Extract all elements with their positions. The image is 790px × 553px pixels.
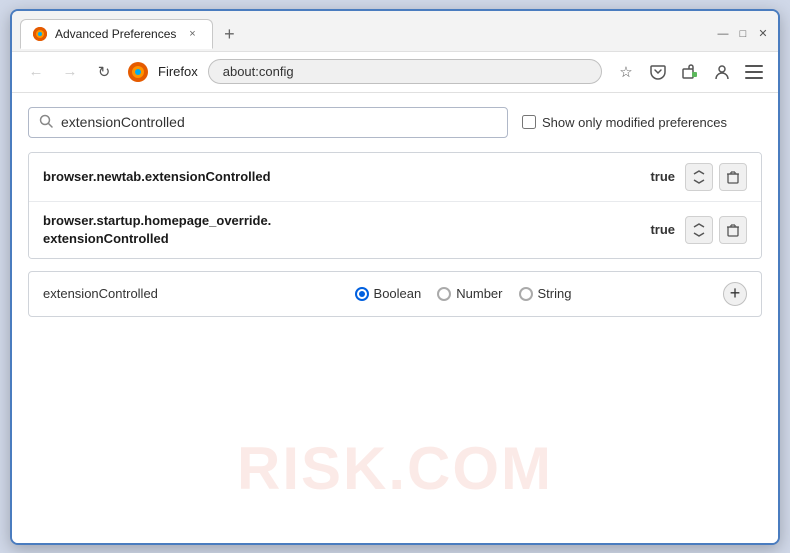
new-pref-name-label: extensionControlled <box>43 286 203 301</box>
profile-svg-icon <box>714 64 730 80</box>
type-radio-group: Boolean Number String <box>213 286 713 301</box>
close-button[interactable]: ✕ <box>756 27 770 41</box>
new-tab-button[interactable]: + <box>215 21 243 49</box>
forward-button[interactable]: → <box>56 58 84 86</box>
new-preference-row: extensionControlled Boolean Number Strin… <box>28 271 762 317</box>
table-row[interactable]: browser.startup.homepage_override. exten… <box>29 202 761 258</box>
address-bar[interactable]: about:config <box>208 59 602 84</box>
toggle-icon <box>691 169 707 185</box>
tab-favicon <box>33 27 47 41</box>
table-row[interactable]: browser.newtab.extensionControlled true <box>29 153 761 202</box>
pref-actions-2 <box>685 216 747 244</box>
string-radio-option[interactable]: String <box>519 286 572 301</box>
pref-value-2: true <box>650 222 675 237</box>
number-radio-circle <box>437 287 451 301</box>
show-modified-label: Show only modified preferences <box>542 115 727 130</box>
hamburger-line-1 <box>745 65 763 67</box>
window-controls: — □ ✕ <box>716 27 770 41</box>
browser-name-label: Firefox <box>158 64 198 79</box>
hamburger-line-2 <box>745 71 763 73</box>
delete-icon <box>726 170 740 184</box>
pref-value-1: true <box>650 169 675 184</box>
pref-name-1: browser.newtab.extensionControlled <box>43 169 638 184</box>
preferences-table: browser.newtab.extensionControlled true <box>28 152 762 259</box>
number-radio-label: Number <box>456 286 502 301</box>
address-text: about:config <box>223 64 294 79</box>
pref-name-2-line1: browser.startup.homepage_override. <box>43 212 638 230</box>
nav-icons: ☆ <box>612 58 768 86</box>
number-radio-option[interactable]: Number <box>437 286 502 301</box>
content-area: RISK.COM Show only modified preferences <box>12 93 778 543</box>
menu-button[interactable] <box>740 58 768 86</box>
hamburger-line-3 <box>745 77 763 79</box>
minimize-button[interactable]: — <box>716 27 730 41</box>
search-icon <box>39 114 53 131</box>
search-row: Show only modified preferences <box>28 107 762 138</box>
tab-strip: Advanced Preferences × + <box>20 19 704 49</box>
watermark: RISK.COM <box>237 434 553 503</box>
bookmark-icon[interactable]: ☆ <box>612 58 640 86</box>
string-radio-circle <box>519 287 533 301</box>
toggle-button-1[interactable] <box>685 163 713 191</box>
tab-title: Advanced Preferences <box>55 27 176 41</box>
toggle-icon <box>691 222 707 238</box>
toggle-button-2[interactable] <box>685 216 713 244</box>
delete-button-1[interactable] <box>719 163 747 191</box>
back-button[interactable]: ← <box>22 58 50 86</box>
maximize-button[interactable]: □ <box>736 27 750 41</box>
pocket-svg-icon <box>650 64 666 80</box>
show-modified-row: Show only modified preferences <box>522 115 727 130</box>
pref-name-2: browser.startup.homepage_override. exten… <box>43 212 638 248</box>
string-radio-label: String <box>538 286 572 301</box>
refresh-button[interactable]: ↻ <box>90 58 118 86</box>
search-input[interactable] <box>61 114 497 130</box>
preference-search-box[interactable] <box>28 107 508 138</box>
nav-bar: ← → ↻ Firefox about:config ☆ <box>12 51 778 93</box>
show-modified-checkbox[interactable] <box>522 115 536 129</box>
active-tab[interactable]: Advanced Preferences × <box>20 19 213 49</box>
boolean-radio-option[interactable]: Boolean <box>355 286 422 301</box>
profile-icon[interactable] <box>708 58 736 86</box>
firefox-logo-icon <box>128 62 148 82</box>
tab-close-button[interactable]: × <box>184 26 200 42</box>
pocket-icon[interactable] <box>644 58 672 86</box>
delete-button-2[interactable] <box>719 216 747 244</box>
pref-name-2-line2: extensionControlled <box>43 230 638 248</box>
boolean-radio-label: Boolean <box>374 286 422 301</box>
extension-icon[interactable] <box>676 58 704 86</box>
delete-icon <box>726 223 740 237</box>
title-bar: Advanced Preferences × + — □ ✕ <box>12 11 778 51</box>
add-preference-button[interactable]: + <box>723 282 747 306</box>
ext-svg-icon <box>682 64 698 80</box>
boolean-radio-circle <box>355 287 369 301</box>
browser-window: Advanced Preferences × + — □ ✕ ← → ↻ Fir… <box>10 9 780 545</box>
pref-actions-1 <box>685 163 747 191</box>
